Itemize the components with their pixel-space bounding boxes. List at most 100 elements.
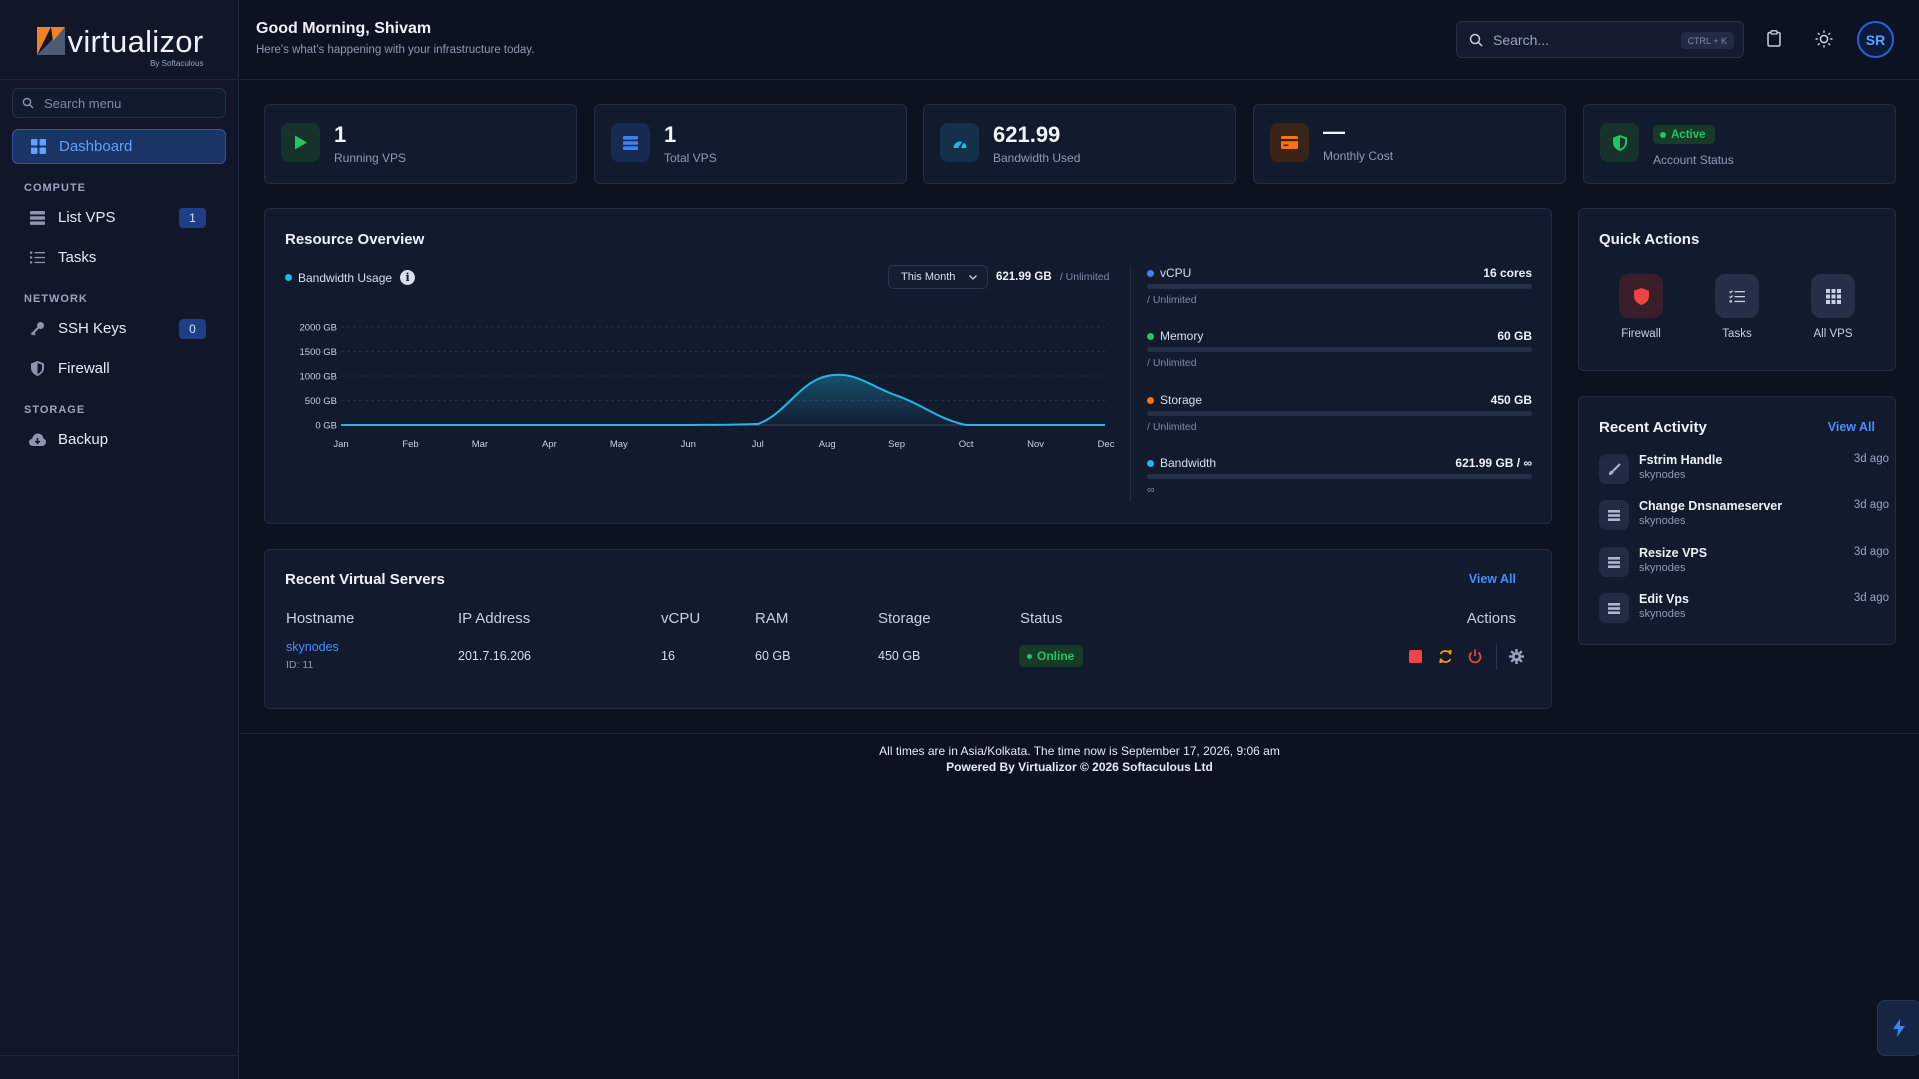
- stat-card-running-vps: 1 Running VPS: [264, 104, 577, 184]
- play-icon: [281, 123, 320, 162]
- quick-action-tasks[interactable]: Tasks: [1697, 274, 1777, 340]
- quick-action-firewall[interactable]: Firewall: [1601, 274, 1681, 340]
- virtualizor-logo-icon: [36, 26, 65, 55]
- greeting-subtitle: Here's what's happening with your infras…: [256, 44, 535, 56]
- dashboard-icon: [29, 139, 47, 154]
- info-icon[interactable]: i: [400, 270, 416, 285]
- server-storage: 450 GB: [878, 649, 921, 663]
- chart-divider: [1130, 265, 1131, 501]
- greeting-title: Good Morning, Shivam: [256, 20, 432, 37]
- y-tick-label: 1000 GB: [300, 372, 338, 383]
- list-item[interactable]: Change Dnsnameserver skynodes 3d ago: [1599, 499, 1889, 543]
- list-item[interactable]: Fstrim Handle skynodes 3d ago: [1599, 453, 1889, 497]
- recent-servers-title: Recent Virtual Servers: [285, 571, 445, 588]
- stop-icon[interactable]: [1409, 650, 1422, 663]
- quick-actions-card: Quick Actions Firewall Tasks All VPS: [1578, 208, 1896, 371]
- resource-overview-card: Resource Overview Bandwidth Usage i This…: [264, 208, 1552, 524]
- sidebar-item-list-vps[interactable]: List VPS 1: [12, 200, 226, 235]
- server-icon: [28, 210, 46, 225]
- server-id: ID: 11: [286, 659, 314, 671]
- quick-actions-title: Quick Actions: [1599, 231, 1700, 248]
- grid-icon: [1811, 274, 1855, 318]
- clipboard-icon[interactable]: [1767, 30, 1781, 52]
- footer-time-notice: All times are in Asia/Kolkata. The time …: [879, 744, 1280, 758]
- resource-bar: [1147, 284, 1532, 289]
- settings-gear-icon[interactable]: [1509, 649, 1524, 669]
- column-header-vcpu: vCPU: [661, 610, 701, 627]
- resource-name-text: Bandwidth: [1160, 456, 1217, 470]
- sidebar-item-backup[interactable]: Backup: [12, 422, 226, 457]
- legend-label: Bandwidth Usage: [298, 270, 393, 285]
- list-check-icon: [1715, 274, 1759, 318]
- stat-label: Bandwidth Used: [993, 151, 1081, 165]
- column-header-actions: Actions: [1466, 610, 1516, 627]
- sidebar-search-placeholder: Search menu: [44, 95, 122, 111]
- sidebar-item-dashboard[interactable]: Dashboard: [12, 129, 226, 164]
- status-text: Online: [1037, 649, 1075, 663]
- legend-dot: [1147, 270, 1154, 277]
- account-status-badge: Active: [1653, 125, 1715, 144]
- x-tick-label: Mar: [472, 439, 488, 450]
- ssh-keys-count-badge: 0: [179, 319, 206, 339]
- sidebar-item-label: Firewall: [58, 360, 110, 377]
- resource-list: vCPU 16 cores / Unlimited Memory 60 GB /…: [1147, 266, 1532, 506]
- x-tick-label: Jun: [681, 439, 696, 450]
- bandwidth-chart: 2000 GB 1500 GB 1000 GB 500 GB 0 GB Jan Feb Ma…: [300, 323, 1115, 451]
- x-tick-label: Feb: [402, 439, 418, 450]
- global-search-placeholder: Search...: [1493, 31, 1550, 48]
- servers-view-all-link[interactable]: View All: [1469, 572, 1516, 586]
- status-dot: [1027, 653, 1032, 659]
- server-hostname-link[interactable]: skynodes: [286, 640, 339, 654]
- activity-view-all-link[interactable]: View All: [1828, 420, 1875, 434]
- list-item[interactable]: Resize VPS skynodes 3d ago: [1599, 546, 1889, 590]
- resource-limit: / Unlimited: [1147, 294, 1197, 306]
- list-check-icon: [28, 251, 46, 264]
- column-header-status: Status: [1020, 610, 1063, 627]
- keyboard-shortcut-hint: CTRL + K: [1680, 32, 1734, 49]
- restart-icon[interactable]: [1438, 649, 1453, 669]
- logo-subtitle: By Softaculous: [150, 58, 204, 68]
- activity-subtitle: skynodes: [1639, 469, 1686, 481]
- list-item[interactable]: Edit Vps skynodes 3d ago: [1599, 592, 1889, 636]
- resource-name: Bandwidth: [1147, 456, 1216, 470]
- resource-value: 450 GB: [1490, 393, 1532, 407]
- column-header-ram: RAM: [755, 610, 789, 627]
- sidebar-item-firewall[interactable]: Firewall: [12, 351, 226, 386]
- activity-time: 3d ago: [1853, 592, 1889, 604]
- nav-section-compute: COMPUTE: [24, 182, 86, 194]
- key-icon: [28, 321, 46, 336]
- resource-value: 621.99 GB / ∞: [1455, 456, 1532, 470]
- user-avatar[interactable]: SR: [1857, 21, 1894, 58]
- status-badge: Online: [1019, 645, 1084, 667]
- quick-action-fab[interactable]: [1877, 1000, 1919, 1056]
- activity-time: 3d ago: [1853, 453, 1889, 465]
- stat-card-account-status: Active Account Status: [1583, 104, 1896, 184]
- x-tick-label: Dec: [1098, 439, 1115, 450]
- y-tick-label: 500 GB: [305, 396, 337, 407]
- list-vps-count-badge: 1: [179, 208, 206, 228]
- quick-action-all-vps[interactable]: All VPS: [1793, 274, 1873, 340]
- sidebar-item-ssh-keys[interactable]: SSH Keys 0: [12, 311, 226, 346]
- shield-icon: [28, 361, 46, 376]
- chevron-down-icon: [969, 275, 977, 280]
- activity-title: Resize VPS: [1639, 546, 1708, 560]
- resource-overview-title: Resource Overview: [285, 231, 425, 248]
- sidebar-search-input[interactable]: Search menu: [12, 88, 226, 118]
- sidebar-item-tasks[interactable]: Tasks: [12, 240, 226, 275]
- period-select[interactable]: This Month: [888, 265, 988, 289]
- theme-toggle-sun-icon[interactable]: [1815, 30, 1833, 53]
- credit-card-icon: [1270, 123, 1309, 162]
- logo[interactable]: virtualizor By Softaculous: [0, 0, 238, 80]
- sidebar-item-label: List VPS: [58, 209, 116, 226]
- sidebar-item-label: SSH Keys: [58, 320, 127, 337]
- resource-limit: / Unlimited: [1147, 421, 1197, 433]
- power-icon[interactable]: [1468, 649, 1482, 669]
- stat-label: Monthly Cost: [1323, 149, 1394, 163]
- y-tick-label: 2000 GB: [300, 323, 338, 334]
- stat-label: Running VPS: [334, 151, 407, 165]
- legend-dot: [285, 274, 292, 281]
- actions-divider: [1496, 644, 1497, 670]
- legend-dot: [1147, 460, 1154, 467]
- chart-legend: Bandwidth Usage i: [285, 270, 416, 285]
- global-search-input[interactable]: Search... CTRL + K: [1456, 21, 1744, 58]
